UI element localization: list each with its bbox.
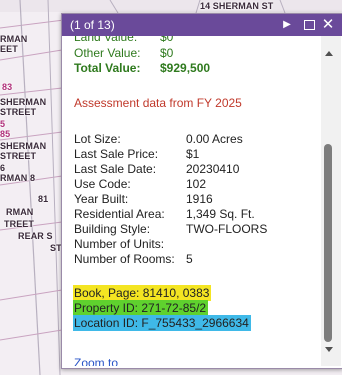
popup-header: (1 of 13) ▶ ✕ <box>62 14 342 36</box>
location-id-row: Location ID: F_755433_2966634 <box>73 315 251 331</box>
map-label: 81 <box>38 194 49 204</box>
map-label: RMAN EET <box>0 34 28 54</box>
map-label: REAR S <box>18 231 53 241</box>
popup-feature-count: (1 of 13) <box>70 18 115 32</box>
close-icon[interactable]: ✕ <box>320 16 336 34</box>
popup-scrollbar[interactable] <box>321 36 341 366</box>
land-value-row: Land Value: $0 <box>74 36 173 45</box>
field-value: TWO-FLOORS <box>186 222 268 236</box>
field-value: 102 <box>186 177 207 191</box>
detail-row: Lot Size: 0.00 Acres <box>74 132 243 147</box>
field-value: $929,500 <box>160 61 211 75</box>
field-label: Last Sale Price: <box>74 147 159 161</box>
detail-row: Building Style: TWO-FLOORS <box>74 222 267 237</box>
book-page-row: Book, Page: 81410, 0383 <box>73 285 212 301</box>
scroll-down-arrow-icon[interactable] <box>325 347 333 352</box>
field-value: $0 <box>160 36 174 44</box>
field-value: 1916 <box>186 192 213 206</box>
field-value: 0.00 Acres <box>186 132 243 146</box>
field-label: Residential Area: <box>74 207 165 221</box>
property-id-highlight: Property ID: 271-72-85/2 <box>73 300 209 316</box>
map-label: TREET <box>4 219 35 229</box>
field-label: Lot Size: <box>74 132 121 146</box>
field-value: 20230410 <box>186 162 240 176</box>
map-label: 6 RMAN 8 <box>0 163 36 183</box>
field-label: Year Built: <box>74 192 129 206</box>
maximize-icon[interactable] <box>301 16 317 34</box>
zoom-to-link[interactable]: Zoom to <box>74 356 118 366</box>
feature-popup: (1 of 13) ▶ ✕ Land Value: $0 Other Value:… <box>61 13 342 369</box>
detail-row: Residential Area: 1,349 Sq. Ft. <box>74 207 255 222</box>
property-id-row: Property ID: 271-72-85/2 <box>73 300 209 316</box>
detail-row: Number of Units: <box>74 237 186 252</box>
field-label: Use Code: <box>74 177 131 191</box>
field-value: $0 <box>160 46 174 60</box>
detail-row: Last Sale Date: 20230410 <box>74 162 239 177</box>
map-label: 83 <box>2 82 13 92</box>
map-label: SHERMAN STREET <box>0 141 47 161</box>
map-label: SHERMAN STREET <box>0 97 47 117</box>
detail-row: Last Sale Price: $1 <box>74 147 199 162</box>
detail-row: Use Code: 102 <box>74 177 206 192</box>
field-label: Total Value: <box>74 61 141 75</box>
field-value: 5 <box>186 252 193 266</box>
field-label: Last Sale Date: <box>74 162 157 176</box>
field-label: Number of Units: <box>74 237 165 251</box>
field-value: $1 <box>186 147 200 161</box>
scroll-up-arrow-icon[interactable] <box>325 51 333 56</box>
map-label: ST <box>50 243 62 253</box>
detail-row: Year Built: 1916 <box>74 192 213 207</box>
detail-row: Number of Rooms: 5 <box>74 252 193 267</box>
field-label: Land Value: <box>74 36 138 44</box>
book-page-highlight: Book, Page: 81410, 0383 <box>73 285 212 301</box>
assessment-note: Assessment data from FY 2025 <box>74 96 242 110</box>
field-label: Other Value: <box>74 46 141 60</box>
total-value-row: Total Value: $929,500 <box>74 61 210 76</box>
other-value-row: Other Value: $0 <box>74 46 173 61</box>
map-label: RMAN <box>6 207 34 217</box>
next-feature-icon[interactable]: ▶ <box>279 16 295 34</box>
location-id-highlight: Location ID: F_755433_2966634 <box>73 315 251 331</box>
field-value: 1,349 Sq. Ft. <box>186 207 255 221</box>
map-street-label: 14 SHERMAN ST <box>200 1 274 11</box>
popup-content[interactable]: Land Value: $0 Other Value: $0 Total Value… <box>62 36 320 366</box>
field-label: Number of Rooms: <box>74 252 175 266</box>
field-label: Building Style: <box>74 222 151 236</box>
scroll-thumb[interactable] <box>324 144 332 342</box>
map-label: 5 85 <box>0 119 11 139</box>
